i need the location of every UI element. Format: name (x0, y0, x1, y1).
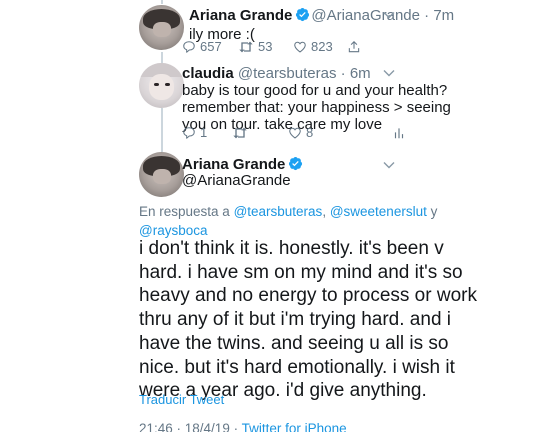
tweet-text-line: heavy and no energy to process or work (139, 285, 477, 307)
retweet-button[interactable] (232, 126, 288, 140)
chevron-down-icon[interactable] (382, 158, 396, 172)
reply-button[interactable]: 1 (182, 125, 232, 140)
reply-icon (183, 40, 195, 53)
retweet-count: 53 (258, 39, 273, 54)
tweet-timestamp[interactable]: 21:46 · 18/4/19 · (139, 421, 242, 432)
chevron-down-icon[interactable] (382, 8, 396, 22)
tweet-meta: 21:46 · 18/4/19 · Twitter for iPhone (139, 421, 347, 432)
thread-line (161, 0, 163, 4)
display-name[interactable]: Ariana Grande (189, 7, 292, 24)
like-button[interactable]: 823 (293, 39, 347, 54)
tweet-text-line: nice. but it's hard emotionally. i wish … (139, 356, 455, 378)
mention-link[interactable]: @tearsbuteras (234, 204, 323, 219)
reply-count: 657 (200, 39, 222, 54)
reply-count: 1 (200, 125, 208, 140)
reply-context: En respuesta a @tearsbuteras, @sweetener… (139, 204, 438, 238)
like-button[interactable]: 8 (288, 125, 386, 140)
share-button[interactable] (347, 40, 361, 54)
translate-link[interactable]: Traducir Tweet (139, 392, 224, 407)
verified-badge-icon (296, 7, 310, 22)
source-link[interactable]: Twitter for iPhone (242, 421, 347, 432)
heart-icon (294, 41, 306, 53)
tweet-text: i don't think it is. honestly. it's been… (139, 237, 477, 403)
display-name[interactable]: claudia (182, 65, 234, 82)
avatar[interactable] (139, 5, 184, 50)
retweet-icon (239, 41, 253, 52)
retweet-icon (233, 127, 247, 138)
timestamp[interactable]: 7m (433, 7, 454, 24)
mention-link[interactable]: @sweetenerslut (330, 204, 427, 219)
avatar[interactable] (139, 63, 184, 108)
tweet-actions: 1 8 (182, 125, 406, 140)
timestamp[interactable]: 6m (350, 65, 371, 82)
tweet-header: Ariana Grande @ArianaGrande · 7m (189, 7, 455, 24)
handle[interactable]: @ArianaGrande (311, 7, 420, 24)
tweet-actions: 657 53 823 (182, 39, 361, 54)
like-count: 8 (306, 125, 314, 140)
chevron-down-icon[interactable] (382, 66, 396, 80)
reply-icon (183, 126, 195, 139)
tweet-text-line: thru any of it but i'm trying hard. and … (139, 309, 452, 331)
tweet-text-line: have the twins. and seeing u all is so (139, 332, 449, 354)
tweet-text-line: hard. i have sm on my mind and it's so (139, 261, 463, 283)
mention-link[interactable]: @raysboca (139, 223, 207, 238)
like-count: 823 (311, 39, 333, 54)
analytics-button[interactable] (392, 126, 406, 140)
heart-icon (289, 127, 301, 139)
handle[interactable]: @tearsbuteras (238, 65, 337, 82)
analytics-icon (394, 127, 404, 138)
thread-line (161, 108, 163, 152)
reply-prefix: En respuesta a (139, 204, 234, 219)
reply-button[interactable]: 657 (182, 39, 238, 54)
handle[interactable]: @ArianaGrande (182, 171, 291, 190)
retweet-button[interactable]: 53 (238, 39, 293, 54)
tweet-text-line: i don't think it is. honestly. it's been… (139, 238, 444, 259)
avatar[interactable] (139, 152, 184, 197)
verified-badge-icon (289, 156, 303, 171)
share-icon (348, 40, 360, 52)
